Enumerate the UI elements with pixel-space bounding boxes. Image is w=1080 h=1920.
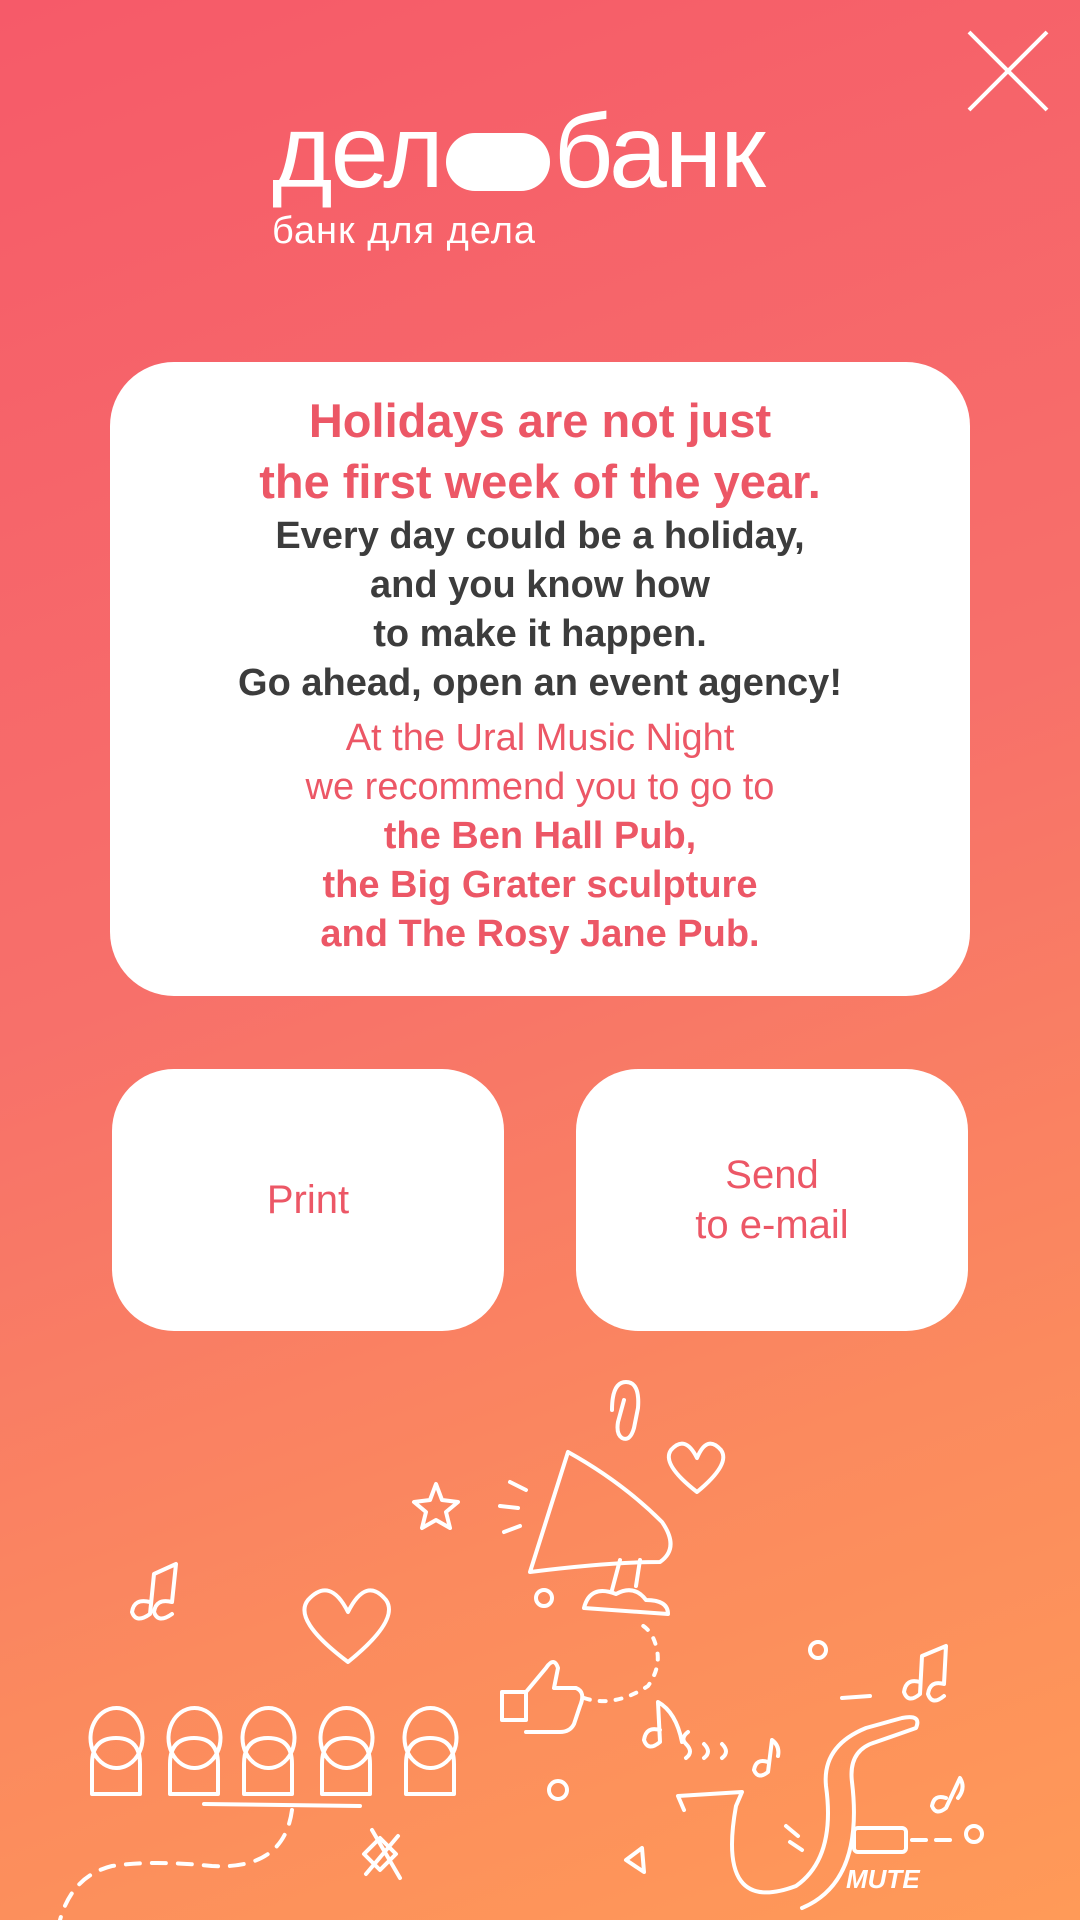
body-line: and you know how — [370, 564, 710, 606]
music-note-icon — [752, 1738, 781, 1778]
close-button[interactable] — [965, 28, 1051, 114]
place-line: the Big Grater sculpture — [322, 864, 758, 906]
message-card: Holidays are not just the first week of … — [110, 362, 970, 996]
dot-icon — [547, 1779, 569, 1801]
party-doodles: MUTE — [58, 1380, 984, 1920]
logo-wordmark-right: банк — [553, 94, 766, 210]
card-headline: Holidays are not just the first week of … — [110, 390, 970, 512]
music-note-icon — [930, 1776, 965, 1814]
logo-pill-icon — [445, 133, 550, 191]
triangle-icon — [624, 1846, 646, 1874]
print-button-label: Print — [266, 1178, 350, 1222]
thumbs-up-icon — [500, 1660, 585, 1734]
heart-icon — [302, 1588, 391, 1664]
dot-icon — [808, 1640, 828, 1660]
send-email-label-line: to e-mail — [695, 1203, 849, 1247]
dotted-line-icon — [58, 1808, 294, 1920]
print-button[interactable]: Print — [112, 1069, 504, 1331]
music-note-icon — [902, 1644, 948, 1703]
paperclip-icon — [610, 1380, 641, 1441]
card-places: the Ben Hall Pub, the Big Grater sculptu… — [110, 812, 970, 959]
headline-line: Holidays are not just — [308, 394, 772, 447]
dash-icon — [840, 1694, 872, 1700]
recommend-line: At the Ural Music Night — [345, 717, 735, 759]
body-line: Go ahead, open an event agency! — [238, 662, 842, 704]
mute-icon — [852, 1826, 908, 1854]
stage-line-icon — [202, 1802, 362, 1808]
send-email-label: Send to e-mail — [695, 1150, 848, 1250]
headline-line: the first week of the year. — [259, 455, 821, 508]
dotted-line-icon — [582, 1622, 660, 1704]
logo-wordmark: дел банк — [272, 100, 812, 204]
card-recommendation: At the Ural Music Night we recommend you… — [110, 714, 970, 812]
megaphone-icon — [498, 1450, 673, 1616]
close-icon — [967, 30, 1049, 112]
dot-icon — [964, 1824, 984, 1844]
body-line: Every day could be a holiday, — [275, 515, 805, 557]
body-line: to make it happen. — [373, 613, 707, 655]
send-email-button[interactable]: Send to e-mail — [576, 1069, 968, 1331]
people-row-icon — [88, 1706, 459, 1796]
logo-wordmark-left: дел — [272, 94, 444, 210]
music-note-icon — [642, 1700, 684, 1749]
card-body: Every day could be a holiday, and you kn… — [110, 512, 970, 708]
delobank-logo: дел банк банк для дела — [272, 100, 812, 252]
star-icon — [412, 1482, 460, 1530]
dot-icon — [534, 1588, 554, 1608]
music-note-icon — [130, 1562, 178, 1621]
heart-icon — [666, 1441, 726, 1494]
mute-label: MUTE — [846, 1864, 920, 1894]
logo-tagline: банк для дела — [272, 210, 537, 252]
send-email-label-line: Send — [725, 1153, 819, 1197]
place-line: and The Rosy Jane Pub. — [320, 913, 760, 955]
place-line: the Ben Hall Pub, — [383, 815, 697, 857]
sparkle-icon — [362, 1828, 402, 1880]
recommend-line: we recommend you to go to — [305, 766, 775, 808]
